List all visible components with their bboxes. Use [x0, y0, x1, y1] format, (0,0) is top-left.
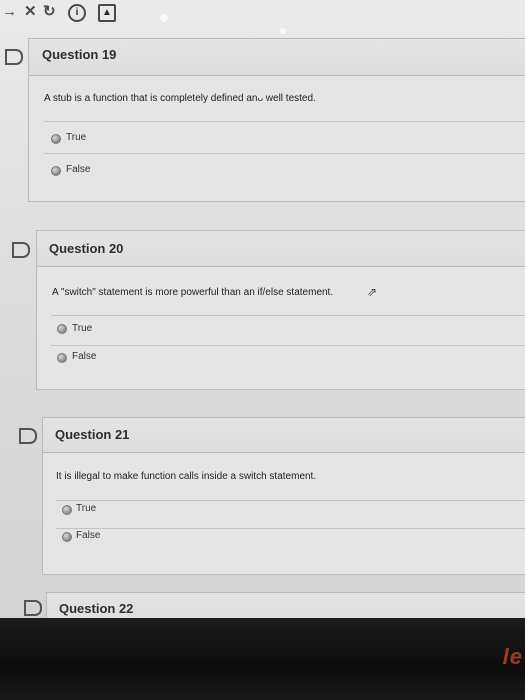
option-label: False — [76, 530, 101, 541]
question-text: A stub is a function that is completely … — [44, 93, 316, 104]
close-icon[interactable]: ✕ — [24, 2, 37, 22]
option-label: False — [66, 164, 91, 175]
divider — [51, 315, 525, 316]
option-label: True — [76, 503, 97, 514]
radio-false[interactable] — [57, 353, 67, 363]
flag-icon[interactable] — [12, 242, 30, 258]
question-card-19: Question 19 A stub is a function that is… — [28, 38, 525, 202]
flag-icon[interactable] — [19, 428, 37, 444]
flag-icon[interactable] — [5, 49, 23, 65]
question-title: Question 19 — [42, 47, 117, 62]
radio-false[interactable] — [62, 532, 72, 542]
question-title: Question 20 — [49, 241, 124, 256]
brand-logo: le — [502, 644, 523, 669]
mouse-cursor-icon: ⇗ — [367, 285, 378, 299]
divider — [44, 153, 525, 154]
forward-arrow-icon[interactable]: → — [2, 2, 17, 22]
radio-false[interactable] — [51, 166, 61, 176]
option-label: False — [72, 351, 97, 362]
option-label: True — [72, 323, 93, 334]
radio-true[interactable] — [57, 324, 67, 334]
divider — [56, 500, 525, 501]
question-text: A "switch" statement is more powerful th… — [52, 287, 334, 298]
question-card-21: Question 21 It is illegal to make functi… — [42, 417, 525, 575]
screen: → ✕ ↻ i ▲ Question 19 A stub is a functi… — [0, 0, 525, 640]
document-icon[interactable]: ▲ — [98, 4, 116, 22]
divider — [44, 121, 525, 122]
screen-glare — [280, 28, 286, 34]
radio-true[interactable] — [62, 505, 72, 515]
reload-icon[interactable]: ↻ — [43, 2, 56, 22]
browser-toolbar: → ✕ ↻ i ▲ — [0, 0, 200, 26]
divider — [56, 528, 525, 529]
divider — [51, 345, 525, 346]
radio-true[interactable] — [51, 134, 61, 144]
option-label: True — [66, 132, 87, 143]
question-title: Question 22 — [59, 601, 134, 616]
question-card-20: Question 20 A "switch" statement is more… — [36, 230, 525, 390]
flag-icon[interactable] — [24, 600, 42, 616]
question-text: It is illegal to make function calls ins… — [56, 471, 317, 482]
info-icon[interactable]: i — [68, 4, 86, 22]
laptop-bezel — [0, 618, 525, 700]
question-title: Question 21 — [55, 427, 130, 442]
